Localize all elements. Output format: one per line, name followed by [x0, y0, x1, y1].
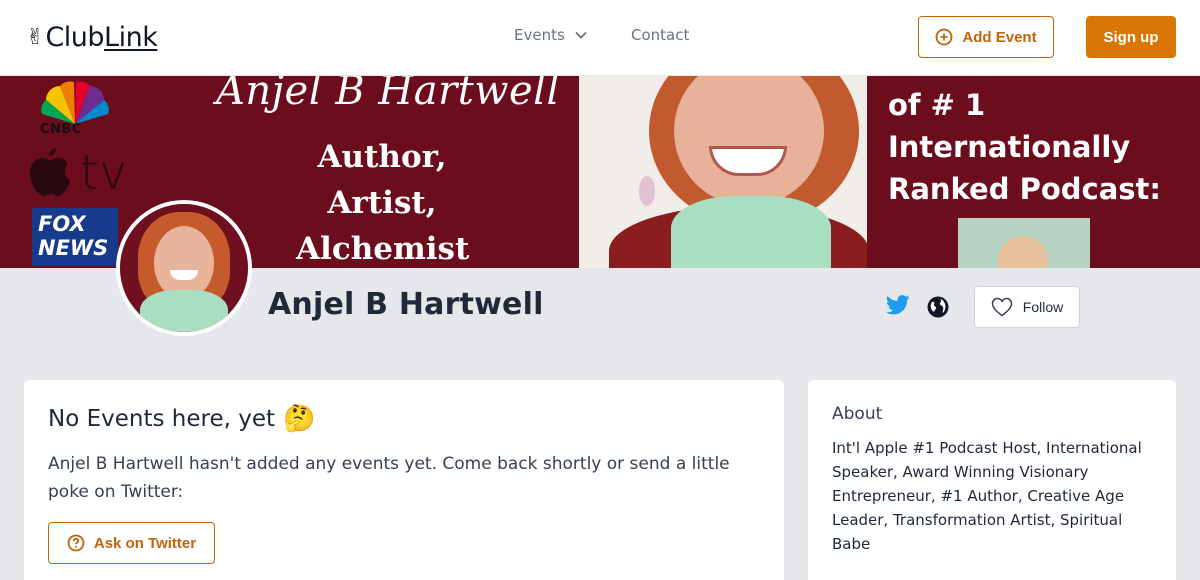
globe-icon[interactable] — [927, 296, 949, 322]
heart-icon — [991, 297, 1013, 317]
events-empty-message: Anjel B Hartwell hasn't added any events… — [48, 454, 730, 502]
podcast-line: of # 1 — [888, 88, 986, 122]
logo-wordmark: ClubLink — [45, 22, 157, 54]
banner-tagline: Author, Artist, Alchemist — [296, 134, 470, 268]
tv-logo-text: tv — [80, 145, 128, 201]
plus-circle-icon — [936, 28, 953, 46]
apple-tv-logo: tv — [28, 146, 127, 198]
twitter-icon[interactable] — [885, 295, 910, 319]
tagline-line: Alchemist — [296, 231, 470, 267]
apple-logo-icon — [30, 148, 70, 196]
chevron-down-icon — [575, 31, 587, 39]
podcast-cover-thumbnail — [958, 218, 1090, 268]
events-card: No Events here, yet 🤔 Anjel B Hartwell h… — [24, 380, 784, 580]
follow-button[interactable]: Follow — [974, 286, 1080, 328]
tagline-line: Artist, — [327, 185, 437, 221]
follow-label: Follow — [1022, 299, 1064, 315]
cnbc-logo-text: CNBC — [40, 122, 82, 137]
victory-hand-icon: ✌ — [26, 25, 45, 50]
banner-podcast-text: of # 1 Internationally Ranked Podcast: — [888, 84, 1161, 210]
add-event-label: Add Event — [962, 28, 1037, 46]
podcast-line: Ranked Podcast: — [888, 172, 1161, 206]
top-nav-bar: ✌ ClubLink Events Contact Add Event Sign… — [0, 0, 1200, 76]
nav-events-label: Events — [514, 26, 565, 44]
about-card: About Int'l Apple #1 Podcast Host, Inter… — [808, 380, 1176, 580]
events-empty-title: No Events here, yet 🤔 — [48, 406, 760, 432]
banner-portrait-photo — [579, 76, 867, 268]
nbc-peacock-logo — [41, 81, 109, 124]
banner-title: Anjel B Hartwell — [216, 76, 560, 114]
thinking-face-icon: 🤔 — [283, 404, 316, 434]
about-text: Int'l Apple #1 Podcast Host, Internation… — [832, 439, 1142, 553]
fox-news-logo: FOX NEWS — [32, 208, 118, 266]
logo-club-text: Club — [45, 22, 105, 53]
events-title-text: No Events here, yet — [48, 406, 276, 432]
add-event-button[interactable]: Add Event — [918, 16, 1054, 58]
profile-name: Anjel B Hartwell — [268, 287, 544, 322]
nav-contact-link[interactable]: Contact — [631, 26, 689, 44]
about-title: About — [832, 404, 883, 424]
tagline-line: Author, — [317, 139, 447, 175]
sign-up-button[interactable]: Sign up — [1086, 16, 1176, 58]
news-logo-line: NEWS — [38, 236, 109, 260]
ask-on-twitter-label: Ask on Twitter — [93, 534, 197, 552]
nav-events-dropdown[interactable]: Events — [514, 26, 587, 44]
podcast-line: Internationally — [888, 130, 1131, 164]
question-circle-icon — [67, 534, 85, 552]
profile-avatar — [116, 200, 252, 336]
clublink-logo[interactable]: ✌ ClubLink — [26, 22, 158, 54]
logo-link-text: Link — [104, 22, 158, 53]
ask-on-twitter-button[interactable]: Ask on Twitter — [48, 522, 215, 564]
fox-logo-line: FOX — [38, 212, 86, 236]
